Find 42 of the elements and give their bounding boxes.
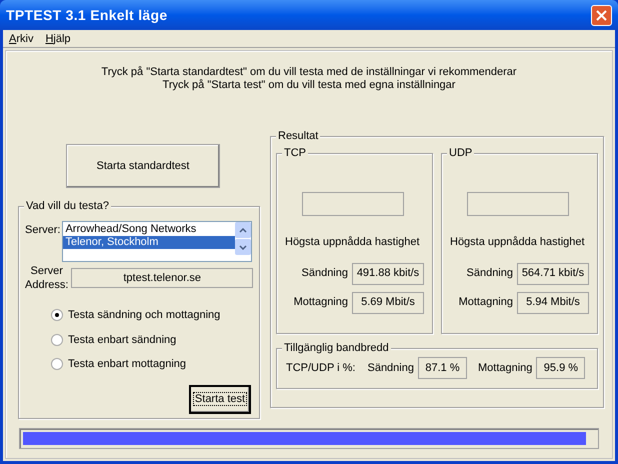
- server-option[interactable]: Telenor, Stockholm: [63, 236, 236, 249]
- menu-item[interactable]: Hjälp: [45, 30, 71, 46]
- instruction-text: Tryck på "Starta test" om du vill testa med egna inställningar: [162, 79, 456, 92]
- speed-caption: Högsta uppnådda hastighet: [285, 235, 420, 250]
- value-field: 564.71 kbit/s: [517, 262, 589, 284]
- value-field: 87.1 %: [418, 357, 467, 379]
- server-label: Server:: [25, 223, 60, 238]
- server-option[interactable]: Arrowhead/Song Networks: [63, 223, 236, 236]
- scroll-down-button[interactable]: [235, 239, 252, 255]
- value-field: 5.94 Mbit/s: [517, 292, 589, 314]
- value-field: 5.69 Mbit/s: [352, 292, 424, 314]
- radio-option[interactable]: Testa sändning och mottagning: [51, 307, 253, 324]
- speed-caption: Högsta uppnådda hastighet: [450, 235, 585, 250]
- group-title: Tillgänglig bandbredd: [282, 341, 391, 355]
- start-test-button[interactable]: Starta test: [189, 384, 251, 414]
- close-icon: [596, 10, 607, 20]
- close-button[interactable]: [591, 4, 612, 26]
- bandwidth-row-label: Mottagning: [478, 360, 532, 376]
- chevron-down-icon: [239, 244, 248, 250]
- speed-label: Sändning: [302, 266, 348, 282]
- radio-button[interactable]: [51, 309, 63, 322]
- bandwidth-row-label: Sändning: [367, 360, 414, 376]
- speed-label: Mottagning: [458, 295, 513, 310]
- address-label: Address:: [25, 278, 68, 292]
- instruction-text: Tryck på "Starta standardtest" om du vill testa med de inställningar vi rekommenderar: [101, 66, 517, 79]
- radio-option[interactable]: Testa enbart mottagning: [51, 356, 253, 372]
- chevron-up-icon: [239, 228, 248, 232]
- speed-label: Sändning: [466, 266, 513, 282]
- address-field: tptest.telenor.se: [71, 268, 253, 288]
- window-title: TPTEST 3.1 Enkelt läge: [6, 6, 168, 25]
- server-list[interactable]: Arrowhead/Song Networks Telenor, Stockholm: [62, 221, 252, 262]
- address-label: Server: [30, 264, 63, 278]
- radio-button[interactable]: [51, 334, 63, 346]
- menu-item[interactable]: Arkiv: [9, 30, 34, 46]
- speed-label: Mottagning: [294, 295, 348, 310]
- radio-button[interactable]: [51, 358, 63, 370]
- value-field: 95.9 %: [536, 357, 586, 379]
- bandwidth-label: TCP/UDP i %:: [286, 360, 356, 376]
- standard-test-button[interactable]: Starta standardtest: [66, 144, 220, 188]
- radio-option[interactable]: Testa enbart sändning: [51, 332, 253, 348]
- value-field: 491.88 kbit/s: [352, 262, 424, 284]
- scroll-up-button[interactable]: [235, 222, 252, 238]
